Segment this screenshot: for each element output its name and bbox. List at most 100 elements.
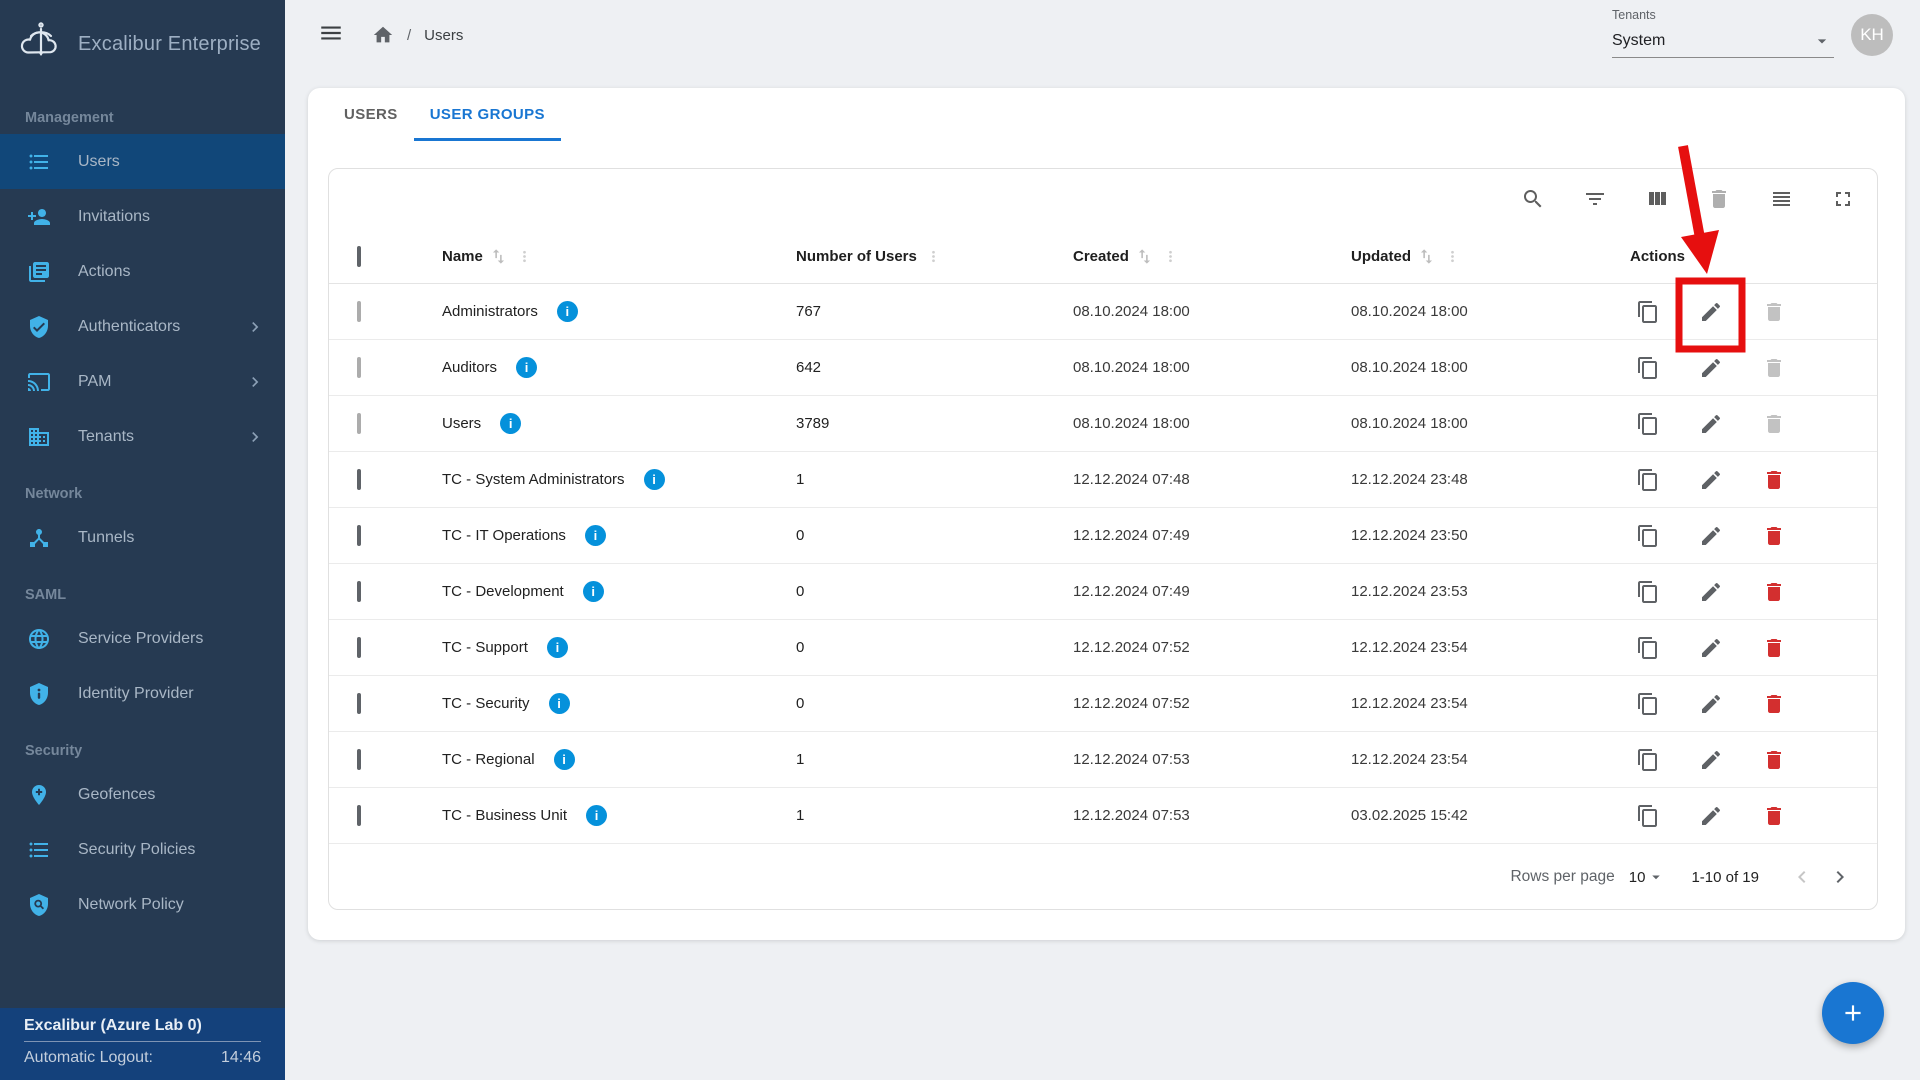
column-header-number-of-users[interactable]: Number of Users xyxy=(796,248,1073,265)
info-icon[interactable]: i xyxy=(583,581,604,602)
copy-icon[interactable] xyxy=(1636,468,1660,492)
edit-icon[interactable] xyxy=(1699,580,1723,604)
info-icon[interactable]: i xyxy=(644,469,665,490)
table-row-tc-support: TC - Supporti012.12.2024 07:5212.12.2024… xyxy=(329,620,1877,676)
sidebar-item-geofences[interactable]: Geofences xyxy=(0,767,285,822)
edit-icon[interactable] xyxy=(1699,300,1723,324)
previous-page-button[interactable] xyxy=(1789,864,1815,890)
column-header-updated[interactable]: Updated xyxy=(1351,247,1624,266)
number-of-users: 767 xyxy=(796,303,1073,320)
info-icon[interactable]: i xyxy=(586,805,607,826)
toolbar-delete-icon[interactable] xyxy=(1707,187,1731,211)
sidebar-item-identity-provider[interactable]: Identity Provider xyxy=(0,666,285,721)
toolbar-fullscreen-icon[interactable] xyxy=(1831,187,1855,211)
sidebar-item-tunnels[interactable]: Tunnels xyxy=(0,510,285,565)
table-footer: Rows per page 10 1-10 of 19 xyxy=(329,844,1877,910)
avatar[interactable]: KH xyxy=(1851,14,1893,56)
sidebar-item-tenants[interactable]: Tenants xyxy=(0,409,285,464)
sidebar-item-authenticators[interactable]: Authenticators xyxy=(0,299,285,354)
column-menu-icon[interactable] xyxy=(1444,248,1461,265)
edit-icon[interactable] xyxy=(1699,468,1723,492)
edit-icon[interactable] xyxy=(1699,692,1723,716)
tenant-select[interactable]: Tenants System xyxy=(1612,8,1834,58)
row-checkbox[interactable] xyxy=(357,413,361,434)
menu-toggle-icon[interactable] xyxy=(318,20,346,44)
column-menu-icon[interactable] xyxy=(516,248,533,265)
add-button[interactable] xyxy=(1822,982,1884,1044)
plus-icon xyxy=(1840,1000,1866,1026)
sidebar-item-network-policy[interactable]: Network Policy xyxy=(0,877,285,932)
row-checkbox[interactable] xyxy=(357,357,361,378)
info-icon[interactable]: i xyxy=(547,637,568,658)
delete-icon[interactable] xyxy=(1762,636,1786,660)
delete-icon[interactable] xyxy=(1762,524,1786,548)
row-checkbox[interactable] xyxy=(357,581,361,602)
sort-icon[interactable] xyxy=(1417,247,1436,266)
updated-date: 12.12.2024 23:48 xyxy=(1351,471,1624,488)
select-all-checkbox[interactable] xyxy=(357,246,361,267)
row-checkbox[interactable] xyxy=(357,693,361,714)
home-icon[interactable] xyxy=(372,24,394,46)
chevron-right-icon xyxy=(245,372,265,392)
copy-icon[interactable] xyxy=(1636,636,1660,660)
column-menu-icon[interactable] xyxy=(1162,248,1179,265)
info-icon[interactable]: i xyxy=(549,693,570,714)
edit-icon[interactable] xyxy=(1699,412,1723,436)
copy-icon[interactable] xyxy=(1636,524,1660,548)
info-icon[interactable]: i xyxy=(585,525,606,546)
row-checkbox[interactable] xyxy=(357,805,361,826)
tab-users[interactable]: USERS xyxy=(328,88,414,141)
copy-icon[interactable] xyxy=(1636,804,1660,828)
edit-icon[interactable] xyxy=(1699,636,1723,660)
sidebar-item-users[interactable]: Users xyxy=(0,134,285,189)
toolbar-filter-icon[interactable] xyxy=(1583,187,1607,211)
sidebar-item-actions[interactable]: Actions xyxy=(0,244,285,299)
sort-icon[interactable] xyxy=(1135,247,1154,266)
rows-per-page-label: Rows per page xyxy=(1510,868,1614,886)
toolbar-density-icon[interactable] xyxy=(1769,187,1793,211)
column-header-name[interactable]: Name xyxy=(442,247,796,266)
row-checkbox[interactable] xyxy=(357,749,361,770)
edit-icon[interactable] xyxy=(1699,748,1723,772)
sidebar-item-service-providers[interactable]: Service Providers xyxy=(0,611,285,666)
group-name: Administrators xyxy=(442,303,538,320)
sidebar-item-invitations[interactable]: Invitations xyxy=(0,189,285,244)
breadcrumb-separator: / xyxy=(407,27,411,44)
info-icon[interactable]: i xyxy=(554,749,575,770)
sort-icon[interactable] xyxy=(489,247,508,266)
row-checkbox[interactable] xyxy=(357,469,361,490)
sidebar-item-pam[interactable]: PAM xyxy=(0,354,285,409)
delete-icon[interactable] xyxy=(1762,468,1786,492)
column-header-created[interactable]: Created xyxy=(1073,247,1351,266)
toolbar-columns-icon[interactable] xyxy=(1645,187,1669,211)
info-icon[interactable]: i xyxy=(500,413,521,434)
edit-icon[interactable] xyxy=(1699,804,1723,828)
column-menu-icon[interactable] xyxy=(925,248,942,265)
breadcrumb-current[interactable]: Users xyxy=(424,27,463,44)
copy-icon[interactable] xyxy=(1636,748,1660,772)
created-date: 12.12.2024 07:53 xyxy=(1073,807,1351,824)
delete-icon[interactable] xyxy=(1762,580,1786,604)
edit-icon[interactable] xyxy=(1699,524,1723,548)
person-add-icon xyxy=(27,205,51,229)
tab-user-groups[interactable]: USER GROUPS xyxy=(414,88,561,141)
rows-per-page-select[interactable]: 10 xyxy=(1629,868,1666,886)
delete-icon[interactable] xyxy=(1762,804,1786,828)
copy-icon[interactable] xyxy=(1636,412,1660,436)
copy-icon[interactable] xyxy=(1636,692,1660,716)
row-checkbox[interactable] xyxy=(357,525,361,546)
screen-cast-icon xyxy=(27,370,51,394)
delete-icon[interactable] xyxy=(1762,748,1786,772)
delete-icon[interactable] xyxy=(1762,692,1786,716)
copy-icon[interactable] xyxy=(1636,300,1660,324)
info-icon[interactable]: i xyxy=(557,301,578,322)
info-icon[interactable]: i xyxy=(516,357,537,378)
copy-icon[interactable] xyxy=(1636,356,1660,380)
row-checkbox[interactable] xyxy=(357,301,361,322)
next-page-button[interactable] xyxy=(1827,864,1853,890)
sidebar-item-security-policies[interactable]: Security Policies xyxy=(0,822,285,877)
row-checkbox[interactable] xyxy=(357,637,361,658)
copy-icon[interactable] xyxy=(1636,580,1660,604)
toolbar-search-icon[interactable] xyxy=(1521,187,1545,211)
edit-icon[interactable] xyxy=(1699,356,1723,380)
